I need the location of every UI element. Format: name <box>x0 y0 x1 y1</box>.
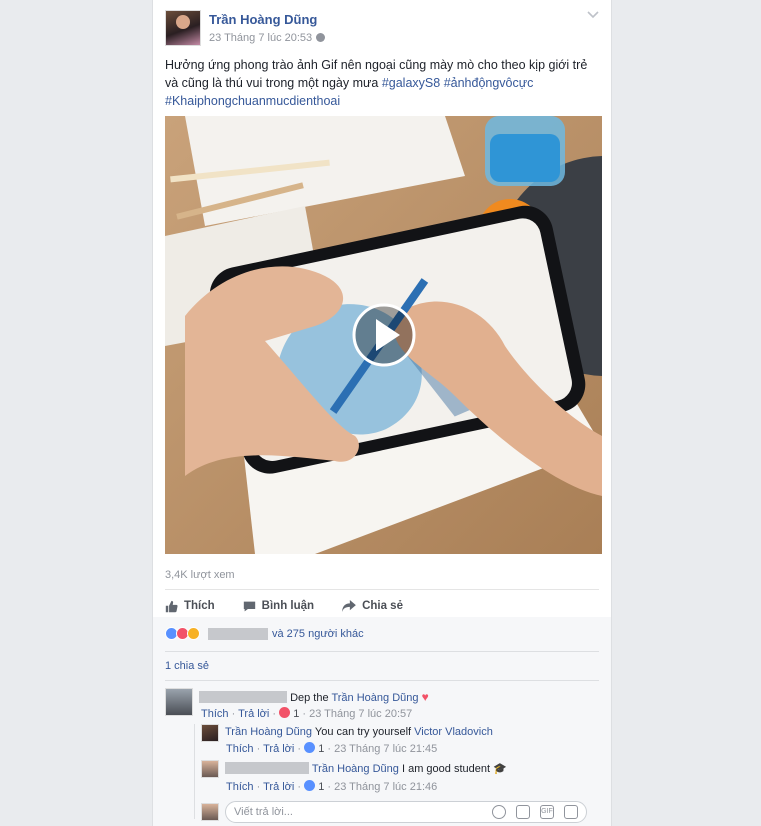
current-user-avatar <box>201 803 219 821</box>
comment-actions: Thích · Trả lời · 1 · 23 Tháng 7 lúc 20:… <box>201 707 413 720</box>
thread-line <box>194 724 195 819</box>
share-count[interactable]: 1 chia sẻ <box>165 660 209 672</box>
comment-body: Trần Hoàng Dũng You can try yourself Vic… <box>225 726 493 738</box>
comment-like-link[interactable]: Thích <box>226 781 254 793</box>
reaction-count[interactable]: 1 <box>318 743 324 755</box>
like-reaction-icon <box>304 780 316 791</box>
like-reaction-icon <box>304 742 316 753</box>
comment-actions: Thích · Trả lời · 1 · 23 Tháng 7 lúc 21:… <box>226 742 438 755</box>
comment-icon <box>243 601 255 611</box>
author-avatar[interactable] <box>165 10 201 46</box>
comment-like-link[interactable]: Thích <box>226 743 254 755</box>
camera-icon[interactable] <box>516 805 530 819</box>
video-thumbnail <box>165 116 602 554</box>
reply-comment: Trần Hoàng Dũng You can try yourself Vic… <box>201 724 601 756</box>
wow-reaction-icon <box>187 627 200 640</box>
thumbs-up-icon <box>165 600 178 612</box>
post-header: Trần Hoàng Dũng 23 Tháng 7 lúc 20:53 <box>165 10 599 50</box>
divider <box>165 589 599 590</box>
reaction-summary[interactable]: và 275 người khác <box>165 627 364 640</box>
view-count: 3,4K lượt xem <box>165 569 235 581</box>
post-meta: 23 Tháng 7 lúc 20:53 <box>209 32 326 44</box>
comment-reply-link[interactable]: Trả lời <box>238 708 269 720</box>
mention-link[interactable]: Victor Vladovich <box>414 726 493 738</box>
share-arrow-icon <box>342 600 356 612</box>
comment: Dep the Trần Hoàng Dũng ♥ Thích · Trả lờ… <box>165 688 601 722</box>
post-text: Hưởng ứng phong trào ảnh Gif nên ngoại c… <box>165 56 601 110</box>
share-label: Chia sẻ <box>362 600 403 612</box>
post-text-body: và cũng là thú vui trong một ngày mưa <box>165 76 382 90</box>
reaction-count-text: và 275 người khác <box>272 627 364 640</box>
post-text-line1: Hưởng ứng phong trào ảnh Gif nên ngoại c… <box>165 58 588 72</box>
divider <box>165 680 599 681</box>
comment-text: You can try yourself <box>312 726 415 738</box>
reaction-count[interactable]: 1 <box>318 781 324 793</box>
post-actions: Thích Bình luận Chia sẻ <box>165 596 599 616</box>
hashtag-link[interactable]: #galaxyS8 <box>382 76 440 90</box>
commenter-avatar[interactable] <box>165 688 193 716</box>
comment-text: Dep the <box>290 692 332 704</box>
sticker-icon[interactable] <box>564 805 578 819</box>
comment-author[interactable]: Trần Hoàng Dũng <box>225 726 312 738</box>
like-label: Thích <box>184 600 215 612</box>
commenter-avatar[interactable] <box>201 724 219 742</box>
mention-link[interactable]: Trần Hoàng Dũng <box>312 763 399 775</box>
like-button[interactable]: Thích <box>165 596 215 616</box>
share-button[interactable]: Chia sẻ <box>342 596 403 616</box>
comment-text: I am good student <box>398 763 491 775</box>
reply-input-tools: GIF <box>492 805 578 819</box>
post-timestamp[interactable]: 23 Tháng 7 lúc 20:53 <box>209 32 312 44</box>
comment-actions: Thích · Trả lời · 1 · 23 Tháng 7 lúc 21:… <box>226 780 438 793</box>
comment-time[interactable]: 23 Tháng 7 lúc 20:57 <box>309 708 412 720</box>
post-card: Trần Hoàng Dũng 23 Tháng 7 lúc 20:53 Hưở… <box>152 0 612 826</box>
comment-time[interactable]: 23 Tháng 7 lúc 21:46 <box>334 781 437 793</box>
globe-icon <box>316 33 326 42</box>
comment-time[interactable]: 23 Tháng 7 lúc 21:45 <box>334 743 437 755</box>
chevron-down-icon[interactable] <box>587 10 599 22</box>
comment-reply-link[interactable]: Trả lời <box>263 781 294 793</box>
reply-placeholder: Viết trả lời... <box>234 806 293 818</box>
comment-label: Bình luận <box>261 600 315 612</box>
post-text-line2: và cũng là thú vui trong một ngày mưa #g… <box>165 74 601 92</box>
divider <box>165 651 599 652</box>
author-name[interactable]: Trần Hoàng Dũng <box>209 12 317 27</box>
graduate-emoji-icon: 🎓 <box>493 763 507 775</box>
commenter-avatar[interactable] <box>201 760 219 778</box>
reply-comment: Trần Hoàng Dũng I am good student 🎓 Thíc… <box>201 760 601 794</box>
comment-button[interactable]: Bình luận <box>243 596 314 616</box>
mention-link[interactable]: Trần Hoàng Dũng <box>331 692 418 704</box>
gif-icon[interactable]: GIF <box>540 805 554 819</box>
reaction-count[interactable]: 1 <box>293 708 299 720</box>
comment-body: Trần Hoàng Dũng I am good student 🎓 <box>225 762 507 775</box>
redacted-name <box>208 627 268 640</box>
hashtag-link[interactable]: #ảnhđộngvôcực <box>444 76 534 90</box>
reply-input[interactable]: Viết trả lời... GIF <box>225 801 587 823</box>
emoji-icon[interactable] <box>492 805 506 819</box>
heart-icon: ♥ <box>421 690 429 704</box>
play-icon <box>352 303 416 367</box>
comment-reply-link[interactable]: Trả lời <box>263 743 294 755</box>
post-video[interactable] <box>165 116 602 554</box>
heart-reaction-icon <box>279 707 291 718</box>
redacted-name <box>225 762 309 774</box>
comment-like-link[interactable]: Thích <box>201 708 229 720</box>
hashtag-link[interactable]: #Khaiphongchuanmucdienthoai <box>165 92 601 110</box>
redacted-name <box>199 691 287 703</box>
comment-body: Dep the Trần Hoàng Dũng ♥ <box>199 690 429 704</box>
